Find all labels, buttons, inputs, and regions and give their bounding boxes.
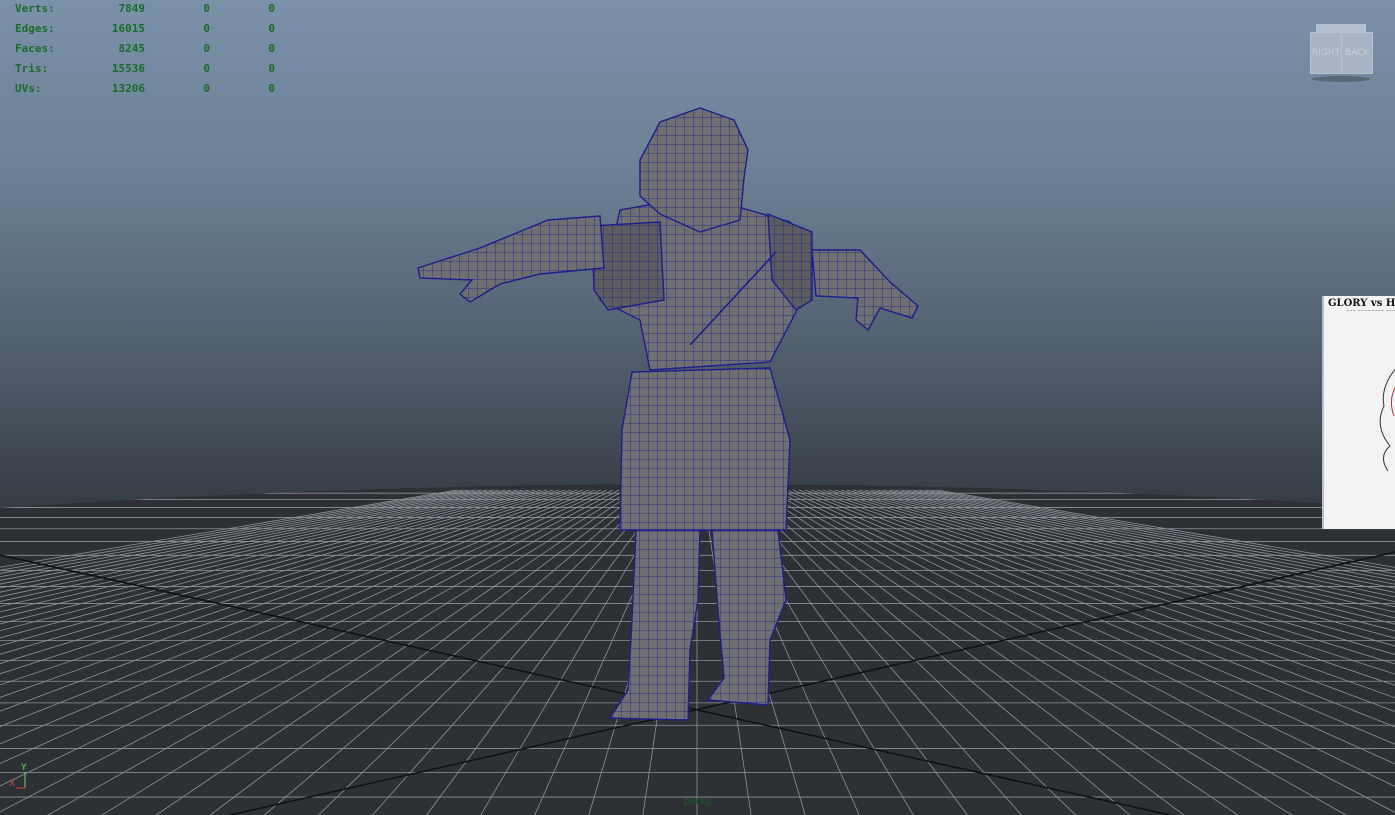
hud-value: 0	[203, 82, 210, 95]
hud-row-verts: Verts: 7849 0 0	[15, 2, 275, 22]
hud-row-faces: Faces: 8245 0 0	[15, 42, 275, 62]
axis-x-label: X	[9, 779, 16, 789]
3d-viewport[interactable]: Verts: 7849 0 0 Edges: 16015 0 0 Faces: …	[0, 0, 1395, 815]
camera-name-label: persp	[683, 796, 712, 807]
hud-value: 0	[268, 62, 275, 75]
hud-value: 7849	[118, 2, 146, 15]
hud-value: 0	[268, 42, 275, 55]
scene-canvas[interactable]	[0, 0, 1395, 815]
hud-row-tris: Tris: 15536 0 0	[15, 62, 275, 82]
hud-value: 8245	[118, 42, 146, 55]
right-arm	[811, 249, 919, 332]
hud-value: 15536	[111, 62, 145, 75]
poly-count-hud: Verts: 7849 0 0 Edges: 16015 0 0 Faces: …	[15, 2, 275, 102]
axis-gizmo: Y X	[8, 763, 38, 792]
hud-value: 0	[203, 2, 210, 15]
left-arm	[417, 215, 605, 303]
hud-value: 0	[203, 42, 210, 55]
hud-value: 13206	[111, 82, 145, 95]
axis-y-label: Y	[21, 763, 27, 773]
hud-label: Verts:	[15, 2, 55, 15]
hud-value: 0	[203, 22, 210, 35]
viewcube-back-face[interactable]: BACK	[1341, 32, 1373, 74]
hud-label: UVs:	[15, 82, 42, 95]
hud-value: 0	[268, 22, 275, 35]
hud-row-uvs: UVs: 13206 0 0	[15, 82, 275, 102]
viewcube-right-face[interactable]: RIGHT	[1310, 32, 1342, 74]
hud-value: 0	[268, 2, 275, 15]
image-plane-subtitle: ~~~ ~~~~~~~~ ~~~	[1346, 308, 1395, 313]
viewcube-top-face[interactable]	[1316, 24, 1366, 32]
tasset	[619, 367, 791, 531]
viewcube[interactable]: RIGHT BACK	[1308, 24, 1374, 82]
hud-value: 0	[268, 82, 275, 95]
viewcube-compass[interactable]	[1312, 76, 1370, 82]
hud-label: Tris:	[15, 62, 49, 75]
hud-value: 16015	[111, 22, 145, 35]
image-plane-reference[interactable]: GLORY vs HUN ~~~ ~~~~~~~~ ~~~	[1322, 296, 1395, 529]
sketch-drawing	[1379, 368, 1395, 472]
hud-value: 0	[203, 62, 210, 75]
hud-row-edges: Edges: 16015 0 0	[15, 22, 275, 42]
hud-label: Faces:	[15, 42, 55, 55]
hud-label: Edges:	[15, 22, 55, 35]
